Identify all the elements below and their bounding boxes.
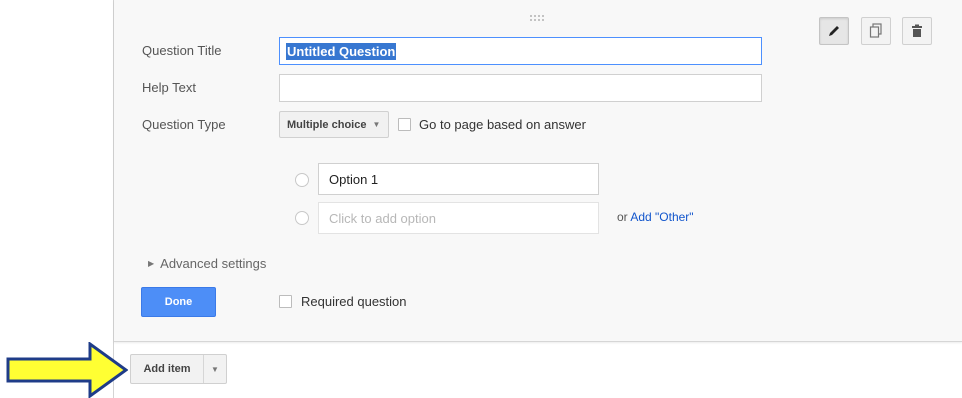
question-type-select[interactable]: Multiple choice ▼: [279, 111, 389, 138]
help-text-label: Help Text: [142, 80, 196, 95]
arrow-icon: [6, 342, 128, 398]
add-item-label[interactable]: Add item: [131, 355, 204, 383]
go-to-page-checkbox[interactable]: [398, 118, 411, 131]
drag-handle-icon[interactable]: [529, 14, 547, 22]
question-title-value: Untitled Question: [286, 42, 397, 60]
add-other-link[interactable]: Add "Other": [630, 210, 693, 224]
chevron-down-icon: ▼: [372, 120, 381, 129]
question-title-input[interactable]: Untitled Question: [279, 37, 762, 65]
advanced-settings-label: Advanced settings: [160, 256, 267, 271]
trash-icon: [912, 24, 922, 37]
delete-button[interactable]: [902, 17, 932, 45]
required-question-checkbox[interactable]: [279, 295, 292, 308]
option-1-input[interactable]: Option 1: [318, 163, 599, 195]
question-title-label: Question Title: [142, 43, 222, 58]
question-type-value: Multiple choice: [287, 118, 367, 131]
question-type-label: Question Type: [142, 117, 226, 132]
go-to-page-label: Go to page based on answer: [419, 117, 586, 132]
edit-button[interactable]: [819, 17, 849, 45]
add-option-input[interactable]: Click to add option: [318, 202, 599, 234]
pencil-icon: [829, 26, 839, 36]
done-button[interactable]: Done: [141, 287, 216, 317]
advanced-settings-toggle[interactable]: ▶ Advanced settings: [148, 256, 266, 271]
chevron-down-icon[interactable]: ▼: [204, 355, 226, 383]
add-option-placeholder: Click to add option: [329, 210, 436, 226]
add-item-button[interactable]: Add item ▼: [130, 354, 227, 384]
expand-triangle-icon: ▶: [148, 259, 155, 268]
option-1-radio: [295, 173, 309, 187]
option-1-value: Option 1: [329, 171, 379, 187]
add-other-area: or Add "Other": [617, 210, 694, 224]
duplicate-button[interactable]: [861, 17, 891, 45]
or-text: or: [617, 210, 628, 224]
new-option-radio: [295, 211, 309, 225]
question-editor-card: Question Title Untitled Question Help Te…: [114, 0, 962, 342]
help-text-input[interactable]: [279, 74, 762, 102]
duplicate-icon: [869, 23, 882, 38]
required-question-label: Required question: [301, 294, 407, 309]
